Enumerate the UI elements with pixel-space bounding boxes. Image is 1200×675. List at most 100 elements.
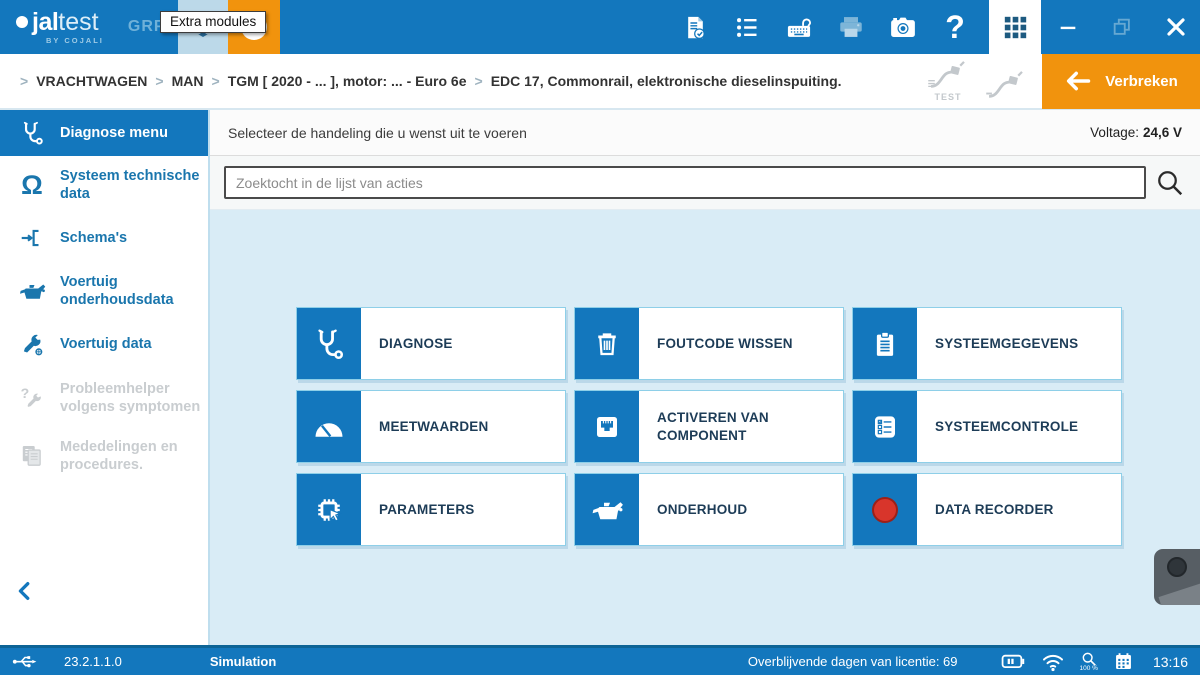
action-tile-grid: DIAGNOSE FOUTCODE WISSEN <box>296 307 1122 546</box>
stethoscope-icon <box>12 120 52 146</box>
status-bar: 23.2.1.1.0 Simulation Overblijvende dage… <box>0 645 1200 675</box>
breadcrumb-item-model[interactable]: TGM [ 2020 - ... ], motor: ... - Euro 6e <box>228 73 467 89</box>
tile-system-check[interactable]: SYSTEEMCONTROLE <box>852 390 1122 463</box>
logo-brand-sub: test <box>58 10 98 35</box>
report-icon <box>682 14 709 41</box>
help-button[interactable]: ? <box>940 9 970 46</box>
voltage-value: 24,6 V <box>1143 125 1182 140</box>
tile-system-data[interactable]: SYSTEEMGEGEVENS <box>852 307 1122 380</box>
jaltest-logo: jal test BY COJALI <box>16 10 104 45</box>
tile-label: FOUTCODE WISSEN <box>639 308 843 379</box>
camera-icon <box>888 12 918 42</box>
zoom-control[interactable]: 100 % <box>1080 651 1098 673</box>
disconnect-button[interactable]: Verbreken <box>1042 53 1200 109</box>
restore-icon <box>1111 16 1133 38</box>
chip-icon <box>297 474 361 545</box>
breadcrumb-item-make[interactable]: MAN <box>172 73 204 89</box>
documents-icon <box>12 443 52 469</box>
sidebar-item-vehicle-maintenance-data[interactable]: Voertuig onderhoudsdata <box>0 262 208 320</box>
test-cable-icon <box>926 60 970 92</box>
clock-label: 13:16 <box>1153 654 1188 670</box>
breadcrumb-item-system[interactable]: EDC 17, Commonrail, elektronische diesel… <box>491 73 842 89</box>
status-left: 23.2.1.1.0 Simulation <box>0 653 276 670</box>
content-area: Diagnose menu Ω Systeem technische data … <box>0 110 1200 645</box>
sidebar-collapse-button[interactable] <box>14 580 36 607</box>
connection-status-group: TEST <box>926 60 1028 102</box>
schematic-icon <box>12 225 52 251</box>
close-button[interactable] <box>1162 15 1190 39</box>
diagnostic-device-button[interactable] <box>784 13 814 41</box>
logo-brand-main: jal <box>32 10 58 35</box>
search-icon <box>1155 168 1185 198</box>
cable-connector-status <box>984 70 1028 102</box>
breadcrumb-bar: > VRACHTWAGEN > MAN > TGM [ 2020 - ... ]… <box>0 54 1200 110</box>
logo-dot-icon <box>16 16 28 28</box>
license-days-label: Overblijvende dagen van licentie: 69 <box>748 654 958 669</box>
oil-can-icon <box>575 474 639 545</box>
device-emblem-icon <box>1167 557 1187 577</box>
breadcrumb: > VRACHTWAGEN > MAN > TGM [ 2020 - ... ]… <box>12 73 842 89</box>
record-icon <box>853 474 917 545</box>
tile-measurements[interactable]: MEETWAARDEN <box>296 390 566 463</box>
tile-maintenance[interactable]: ONDERHOUD <box>574 473 844 546</box>
tile-label: SYSTEEMGEGEVENS <box>917 308 1121 379</box>
tile-parameters[interactable]: PARAMETERS <box>296 473 566 546</box>
status-right: Overblijvende dagen van licentie: 69 <box>748 651 1188 673</box>
omega-icon: Ω <box>12 172 52 199</box>
titlebar-icon-group: ? <box>669 0 1200 54</box>
tile-activate-component[interactable]: ACTIVEREN VAN COMPONENT <box>574 390 844 463</box>
symptom-help-icon: ? <box>12 385 52 411</box>
tile-data-recorder[interactable]: DATA RECORDER <box>852 473 1122 546</box>
close-icon <box>1164 15 1188 39</box>
sidebar-item-label: Voertuig data <box>60 335 152 353</box>
sidebar-item-vehicle-data[interactable]: Voertuig data <box>0 321 208 369</box>
docked-device-widget[interactable] <box>1154 549 1200 605</box>
breadcrumb-item-vehicle-type[interactable]: VRACHTWAGEN <box>36 73 147 89</box>
test-connector-status: TEST <box>926 60 970 102</box>
sidebar-item-problem-helper: ? Probleemhelper volgens symptomen <box>0 369 208 427</box>
chevron-right-icon: > <box>155 73 163 89</box>
sidebar-item-label: Systeem technische data <box>60 167 202 203</box>
sidebar-item-diagnose-menu[interactable]: Diagnose menu <box>0 110 208 156</box>
tile-label: ONDERHOUD <box>639 474 843 545</box>
sidebar-item-schemas[interactable]: Schema's <box>0 214 208 262</box>
fault-list-button[interactable] <box>732 14 762 41</box>
voltage-readout: Voltage: 24,6 V <box>1090 125 1182 140</box>
tile-clear-fault-codes[interactable]: FOUTCODE WISSEN <box>574 307 844 380</box>
sidebar: Diagnose menu Ω Systeem technische data … <box>0 110 210 645</box>
sidebar-item-label: Voertuig onderhoudsdata <box>60 273 202 309</box>
search-row <box>210 156 1200 210</box>
search-button[interactable] <box>1146 168 1194 198</box>
voltage-label: Voltage: <box>1090 125 1139 140</box>
search-input[interactable] <box>224 166 1146 199</box>
tile-label: MEETWAARDEN <box>361 391 565 462</box>
jaltest-app-window: jal test BY COJALI GRP ! Extra modules <box>0 0 1200 675</box>
action-prompt: Selecteer de handeling die u wenst uit t… <box>228 125 527 141</box>
disconnect-label: Verbreken <box>1105 73 1178 90</box>
print-button[interactable] <box>836 13 866 41</box>
svg-text:?: ? <box>21 385 30 401</box>
wrench-icon <box>12 332 52 358</box>
apps-menu-button[interactable] <box>989 0 1041 54</box>
chevron-left-icon <box>14 580 36 602</box>
stethoscope-icon <box>297 308 361 379</box>
connector-icon <box>575 391 639 462</box>
calendar-icon <box>1113 651 1134 672</box>
sidebar-item-system-technical-data[interactable]: Ω Systeem technische data <box>0 156 208 214</box>
oil-can-icon <box>12 276 52 306</box>
chevron-right-icon: > <box>20 73 28 89</box>
restore-button[interactable] <box>1108 16 1136 38</box>
list-icon <box>734 14 761 41</box>
battery-status-icon <box>1001 651 1026 672</box>
report-button[interactable] <box>680 14 710 41</box>
screenshot-button[interactable] <box>888 12 918 42</box>
main-panel: Selecteer de handeling die u wenst uit t… <box>210 110 1200 645</box>
apps-grid-icon <box>1002 14 1029 41</box>
tile-diagnose[interactable]: DIAGNOSE <box>296 307 566 380</box>
simulation-mode-label: Simulation <box>210 654 276 669</box>
tile-label: DATA RECORDER <box>917 474 1121 545</box>
tile-label: ACTIVEREN VAN COMPONENT <box>639 391 843 462</box>
minimize-button[interactable] <box>1054 16 1082 38</box>
keyboard-device-icon <box>785 13 813 41</box>
main-header: Selecteer de handeling die u wenst uit t… <box>210 110 1200 156</box>
